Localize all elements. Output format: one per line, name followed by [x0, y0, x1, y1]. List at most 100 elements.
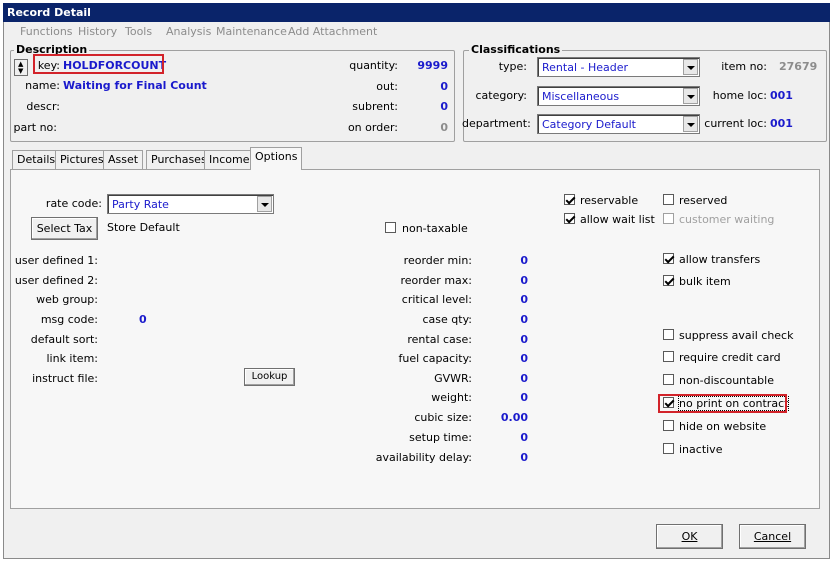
reorder-max-value: 0	[520, 274, 528, 287]
menu-history[interactable]: History	[78, 25, 117, 38]
gvwr-label: GVWR:	[434, 372, 472, 385]
web-group-label: web group:	[36, 293, 98, 306]
case-qty-value: 0	[520, 313, 528, 326]
key-highlight-box	[33, 54, 164, 74]
reservable-label: reservable	[580, 194, 639, 207]
currentloc-label: current loc:	[704, 117, 767, 130]
availability-delay-value: 0	[520, 451, 528, 464]
non-discountable-checkbox[interactable]	[663, 374, 674, 385]
fuel-capacity-value: 0	[520, 352, 528, 365]
onorder-value: 0	[440, 121, 448, 134]
default-sort-label: default sort:	[30, 333, 98, 346]
customer-waiting-checkbox	[663, 213, 674, 224]
non-taxable-checkbox[interactable]	[385, 222, 396, 233]
quantity-value: 9999	[417, 59, 448, 72]
tab-details[interactable]: Details	[12, 150, 61, 169]
case-qty-label: case qty:	[422, 313, 473, 326]
subrent-label: subrent:	[352, 100, 398, 113]
menu-add-attachment[interactable]: Add Attachment	[288, 25, 377, 38]
tab-income[interactable]: Income	[204, 150, 255, 169]
rate-code-label: rate code:	[45, 197, 102, 210]
reorder-min-label: reorder min:	[403, 254, 472, 267]
fuel-capacity-label: fuel capacity:	[398, 352, 472, 365]
itemno-value: 27679	[779, 60, 818, 73]
classifications-group-label: Classifications	[469, 43, 563, 56]
itemno-label: item no:	[721, 60, 767, 73]
suppress-avail-check-label: suppress avail check	[679, 329, 794, 342]
allow-wait-list-checkbox[interactable]	[564, 213, 575, 224]
cubic-size-label: cubic size:	[414, 411, 472, 424]
customer-waiting-label: customer waiting	[679, 213, 775, 226]
category-select[interactable]: Miscellaneous	[537, 86, 700, 106]
name-value[interactable]: Waiting for Final Count	[63, 79, 207, 92]
allow-transfers-checkbox[interactable]	[663, 253, 674, 264]
instruct-file-label: instruct file:	[32, 372, 98, 385]
department-select[interactable]: Category Default	[537, 114, 700, 134]
allow-transfers-label: allow transfers	[679, 253, 761, 266]
link-item-label: link item:	[46, 352, 98, 365]
msg-code-label: msg code:	[40, 313, 98, 326]
tab-purchases[interactable]: Purchases	[146, 150, 212, 169]
reorder-min-value: 0	[520, 254, 528, 267]
non-taxable-label: non-taxable	[402, 222, 468, 235]
department-label: department:	[462, 117, 531, 130]
inactive-checkbox[interactable]	[663, 443, 674, 454]
reservable-checkbox[interactable]	[564, 194, 575, 205]
onorder-label: on order:	[347, 121, 398, 134]
menu-analysis[interactable]: Analysis	[166, 25, 211, 38]
require-credit-card-checkbox[interactable]	[663, 351, 674, 362]
tab-asset[interactable]: Asset	[103, 150, 144, 169]
rental-case-label: rental case:	[407, 333, 472, 346]
reserved-label: reserved	[679, 194, 728, 207]
hide-on-website-label: hide on website	[679, 420, 767, 433]
chevron-down-icon[interactable]	[683, 88, 698, 104]
rate-code-select-value: Party Rate	[112, 198, 169, 211]
user-defined-1-label: user defined 1:	[14, 254, 98, 267]
reorder-max-label: reorder max:	[400, 274, 472, 287]
require-credit-card-label: require credit card	[679, 351, 781, 364]
lookup-button[interactable]: Lookup	[244, 368, 295, 386]
type-select-value: Rental - Header	[542, 61, 629, 74]
expand-spinner[interactable]: ▲ ▼	[14, 59, 28, 76]
out-value: 0	[440, 80, 448, 93]
menu-functions[interactable]: Functions	[20, 25, 73, 38]
setup-time-value: 0	[520, 431, 528, 444]
user-defined-2-label: user defined 2:	[14, 274, 98, 287]
suppress-avail-check-checkbox[interactable]	[663, 329, 674, 340]
weight-label: weight:	[431, 391, 472, 404]
chevron-down-icon[interactable]	[257, 196, 272, 212]
type-label: type:	[498, 60, 527, 73]
subrent-value: 0	[440, 100, 448, 113]
spin-down-icon: ▼	[18, 67, 24, 75]
availability-delay-label: availability delay:	[375, 451, 472, 464]
tab-pictures[interactable]: Pictures	[55, 150, 109, 169]
hide-on-website-checkbox[interactable]	[663, 420, 674, 431]
name-label: name:	[25, 79, 60, 92]
tab-options[interactable]: Options	[250, 147, 303, 170]
inactive-label: inactive	[679, 443, 723, 456]
chevron-down-icon[interactable]	[683, 59, 698, 75]
rate-code-select[interactable]: Party Rate	[107, 194, 274, 214]
msg-code-value: 0	[139, 313, 147, 326]
menu-bar: Functions History Tools Analysis Mainten…	[4, 22, 829, 42]
menu-maintenance[interactable]: Maintenance	[216, 25, 287, 38]
cubic-size-value: 0.00	[500, 411, 528, 424]
chevron-down-icon[interactable]	[683, 116, 698, 132]
setup-time-label: setup time:	[409, 431, 472, 444]
no-print-highlight-box	[658, 394, 787, 413]
bulk-item-label: bulk item	[679, 275, 731, 288]
cancel-button[interactable]: Cancel	[739, 524, 806, 549]
category-select-value: Miscellaneous	[542, 90, 620, 103]
homeloc-label: home loc:	[712, 89, 767, 102]
allow-wait-list-label: allow wait list	[580, 213, 655, 226]
partno-label: part no:	[13, 121, 57, 134]
select-tax-button[interactable]: Select Tax	[31, 217, 98, 240]
bulk-item-checkbox[interactable]	[663, 275, 674, 286]
weight-value: 0	[520, 391, 528, 404]
currentloc-value: 001	[770, 117, 793, 130]
type-select[interactable]: Rental - Header	[537, 57, 700, 77]
reserved-checkbox[interactable]	[663, 194, 674, 205]
menu-tools[interactable]: Tools	[125, 25, 152, 38]
ok-button[interactable]: OK	[656, 524, 723, 549]
critical-level-label: critical level:	[401, 293, 472, 306]
